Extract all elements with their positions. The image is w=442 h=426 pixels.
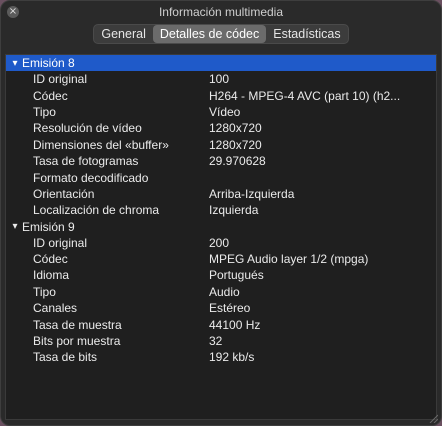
codec-tree[interactable]: ▾ Emisión 8 ID original 100 Códec H264 - M…	[5, 54, 437, 420]
property-key: Idioma	[33, 268, 70, 283]
property-key: Códec	[33, 252, 68, 267]
property-value: MPEG Audio layer 1/2 (mpga)	[209, 252, 369, 267]
property-value: Vídeo	[209, 104, 241, 119]
property-key: Resolución de vídeo	[33, 121, 142, 136]
property-key: Tasa de muestra	[33, 317, 122, 332]
tree-row[interactable]: Tasa de bits 192 kb/s	[6, 349, 436, 365]
property-key: Bits por muestra	[33, 334, 121, 349]
property-key: ID original	[33, 72, 88, 87]
property-key: Tasa de fotogramas	[33, 154, 139, 169]
property-value: Audio	[209, 284, 240, 299]
tree-row[interactable]: ID original 200	[6, 235, 436, 251]
property-key: Tipo	[33, 104, 56, 119]
tree-row[interactable]: Canales Estéreo	[6, 300, 436, 316]
property-key: Tipo	[33, 284, 56, 299]
tree-row[interactable]: Tasa de muestra 44100 Hz	[6, 316, 436, 332]
titlebar[interactable]: × Información multimedia	[1, 1, 441, 23]
tree-row[interactable]: Bits por muestra 32	[6, 333, 436, 349]
property-key: Canales	[33, 301, 78, 316]
property-value: 32	[209, 334, 223, 349]
tree-row[interactable]: Idioma Portugués	[6, 267, 436, 283]
tree-row[interactable]: Tipo Audio	[6, 284, 436, 300]
tree-row[interactable]: Localización de chroma Izquierda	[6, 202, 436, 218]
property-key: Localización de chroma	[33, 203, 160, 218]
property-value: Portugués	[209, 268, 264, 283]
tree-row[interactable]: Formato decodificado	[6, 169, 436, 185]
close-icon[interactable]: ×	[7, 6, 19, 18]
tab-bar-wrapper: General Detalles de códec Estadísticas	[1, 24, 441, 44]
window-title: Información multimedia	[158, 5, 284, 19]
chevron-down-icon[interactable]: ▾	[8, 221, 22, 232]
property-value: Estéreo	[209, 301, 251, 316]
property-key: Formato decodificado	[33, 170, 149, 185]
property-key: ID original	[33, 235, 88, 250]
property-value: 192 kb/s	[209, 350, 255, 365]
property-value: Arriba-Izquierda	[209, 186, 295, 201]
chevron-down-icon[interactable]: ▾	[8, 58, 22, 69]
property-key: Códec	[33, 88, 68, 103]
tree-row[interactable]: Tasa de fotogramas 29.970628	[6, 153, 436, 169]
tree-row[interactable]: Tipo Vídeo	[6, 104, 436, 120]
tree-row[interactable]: Códec H264 - MPEG-4 AVC (part 10) (h2...	[6, 87, 436, 103]
property-value: H264 - MPEG-4 AVC (part 10) (h2...	[209, 88, 401, 103]
property-value: Izquierda	[209, 203, 259, 218]
tree-row[interactable]: Orientación Arriba-Izquierda	[6, 186, 436, 202]
stream-title: Emisión 8	[22, 56, 75, 70]
property-key: Tasa de bits	[33, 350, 98, 365]
tab-codec-details[interactable]: Detalles de códec	[152, 25, 267, 43]
property-key: Orientación	[33, 186, 95, 201]
property-value: 1280x720	[209, 137, 262, 152]
tab-statistics[interactable]: Estadísticas	[266, 25, 347, 43]
property-value: 200	[209, 235, 230, 250]
property-key: Dimensiones del «buffer»	[33, 137, 169, 152]
stream-title: Emisión 9	[22, 219, 75, 234]
property-value: 1280x720	[209, 121, 262, 136]
stream-group-header[interactable]: ▾ Emisión 9	[6, 219, 436, 235]
property-value: 29.970628	[209, 154, 266, 169]
tab-general[interactable]: General	[94, 25, 152, 43]
resize-grip-icon[interactable]	[428, 413, 438, 423]
tree-row[interactable]: Resolución de vídeo 1280x720	[6, 120, 436, 136]
property-value: 100	[209, 72, 230, 87]
property-value: 44100 Hz	[209, 317, 261, 332]
stream-group-header[interactable]: ▾ Emisión 8	[6, 55, 436, 71]
tree-row[interactable]: Dimensiones del «buffer» 1280x720	[6, 137, 436, 153]
media-info-window: × Información multimedia General Detalle…	[0, 0, 442, 426]
tree-row[interactable]: ID original 100	[6, 71, 436, 87]
tree-row[interactable]: Códec MPEG Audio layer 1/2 (mpga)	[6, 251, 436, 267]
tab-bar: General Detalles de códec Estadísticas	[93, 24, 349, 44]
